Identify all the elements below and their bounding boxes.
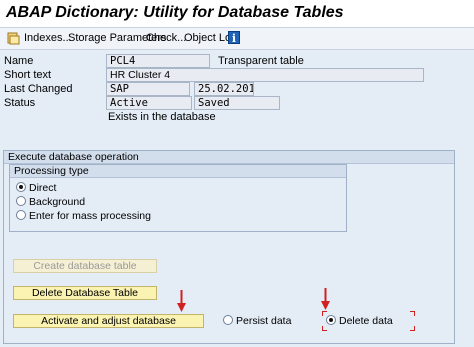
radio-mass-processing-label: Enter for mass processing <box>29 210 151 222</box>
processing-type-group: Processing type Direct Background Enter … <box>9 164 347 232</box>
radio-background-label: Background <box>29 196 86 208</box>
radio-delete-data-circle[interactable] <box>326 315 336 325</box>
radio-delete-data[interactable]: Delete data <box>326 315 393 327</box>
table-type-text: Transparent table <box>218 55 304 67</box>
application-toolbar: Indexes... Storage Parameters Check... O… <box>0 28 474 50</box>
name-field[interactable]: PCL4 <box>106 54 210 68</box>
radio-direct-circle[interactable] <box>16 182 26 192</box>
delete-database-table-button[interactable]: Delete Database Table <box>13 286 157 300</box>
processing-type-title: Processing type <box>10 165 346 178</box>
info-icon[interactable]: i <box>228 31 240 45</box>
last-changed-date-field: 25.02.2015 <box>194 82 254 96</box>
radio-direct[interactable]: Direct <box>16 182 56 194</box>
check-button[interactable]: Check... <box>146 32 186 44</box>
short-text-label: Short text <box>4 69 52 81</box>
short-text-field: HR Cluster 4 <box>106 68 424 82</box>
radio-delete-data-label: Delete data <box>339 315 393 327</box>
focus-corner-br <box>410 326 415 331</box>
radio-persist-data-label: Persist data <box>236 315 292 327</box>
radio-background-circle[interactable] <box>16 196 26 206</box>
execute-db-operation-title: Execute database operation <box>4 151 454 164</box>
last-changed-label: Last Changed <box>4 83 73 95</box>
focus-corner-bl <box>322 326 327 331</box>
radio-persist-data[interactable]: Persist data <box>223 315 291 327</box>
name-label: Name <box>4 55 34 67</box>
red-arrow-down-icon <box>177 290 186 312</box>
red-arrow-down-icon <box>321 288 330 310</box>
last-changed-user-field: SAP <box>106 82 190 96</box>
focus-corner-tr <box>410 311 415 316</box>
radio-direct-label: Direct <box>29 182 57 194</box>
focus-corner-tl <box>322 311 327 316</box>
radio-mass-processing-circle[interactable] <box>16 210 26 220</box>
status-saved-field: Saved <box>194 96 280 110</box>
radio-mass-processing[interactable]: Enter for mass processing <box>16 210 151 222</box>
radio-background[interactable]: Background <box>16 196 85 208</box>
window-title: ABAP Dictionary: Utility for Database Ta… <box>6 4 344 21</box>
radio-persist-data-circle[interactable] <box>223 315 233 325</box>
status-label: Status <box>4 97 36 109</box>
execute-db-operation-group: Execute database operation Processing ty… <box>3 150 455 344</box>
status-field: Active <box>106 96 192 110</box>
activate-adjust-database-button[interactable]: Activate and adjust database <box>13 314 204 328</box>
create-database-table-button[interactable]: Create database table <box>13 259 157 273</box>
db-status-text: Exists in the database <box>108 111 216 123</box>
other-object-icon[interactable] <box>6 31 20 45</box>
window-title-bar: ABAP Dictionary: Utility for Database Ta… <box>0 0 474 28</box>
indexes-button[interactable]: Indexes... <box>24 32 72 44</box>
